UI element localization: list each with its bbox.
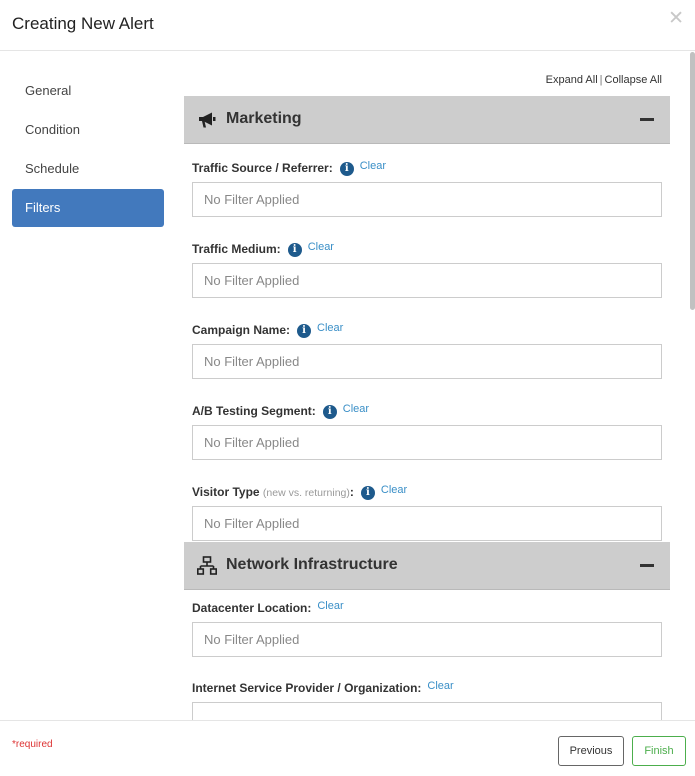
sidebar-item-filters[interactable]: Filters [12,189,164,227]
collapse-all-link[interactable]: Collapse All [605,74,662,86]
required-note: *required [12,739,53,750]
clear-link[interactable]: Clear [343,403,369,415]
section-header-marketing[interactable]: Marketing [184,96,670,144]
field-label: Datacenter Location: Clear [192,600,344,615]
field-label-text: Traffic Source / Referrer: [192,161,333,175]
field-label-text: Datacenter Location: [192,601,312,615]
filter-field-traffic-source: Traffic Source / Referrer: i Clear No Filt… [184,144,670,225]
section-header-network-infrastructure[interactable]: Network Infrastructure [184,542,670,590]
field-label: Traffic Source / Referrer: i Clear [192,160,386,176]
filter-field-traffic-medium: Traffic Medium: i Clear No Filter Applied [184,225,670,306]
sidebar-item-schedule[interactable]: Schedule [12,150,164,188]
close-icon[interactable]: ✕ [668,9,684,28]
field-label-text: Internet Service Provider / Organization… [192,681,422,695]
field-label-suffix: : [349,485,354,499]
sidebar-item-general[interactable]: General [12,72,164,110]
info-icon[interactable]: i [322,405,337,419]
clear-link[interactable]: Clear [308,241,334,253]
info-icon[interactable]: i [360,486,375,500]
field-label: Visitor Type (new vs. returning): i Clear [192,484,407,500]
info-icon[interactable]: i [287,243,302,257]
previous-button[interactable]: Previous [558,736,624,766]
network-icon [197,556,217,575]
clear-link[interactable]: Clear [381,484,407,496]
field-label-text: Traffic Medium: [192,242,281,256]
collapse-icon[interactable] [640,118,654,121]
info-icon[interactable]: i [339,162,354,176]
filter-input[interactable]: No Filter Applied [192,263,662,298]
megaphone-icon [199,112,216,128]
filter-input[interactable]: No Filter Applied [192,506,662,541]
field-label-text: Visitor Type [192,485,260,499]
finish-button[interactable]: Finish [632,736,686,766]
field-label-text: A/B Testing Segment: [192,404,316,418]
filter-input[interactable]: No Filter Applied [192,344,662,379]
clear-link[interactable]: Clear [427,680,453,692]
collapse-icon[interactable] [640,564,654,567]
expand-collapse-links: Expand All | Collapse All [546,74,662,86]
field-hint: (new vs. returning) [262,487,350,499]
section-title: Network Infrastructure [226,556,398,573]
field-label-text: Campaign Name: [192,323,291,337]
field-label: Campaign Name: i Clear [192,322,343,338]
link-separator: | [599,74,603,86]
modal-footer: *required Previous Finish [0,720,695,776]
info-icon[interactable]: i [297,324,312,338]
expand-all-link[interactable]: Expand All [546,74,598,86]
clear-link[interactable]: Clear [317,322,343,334]
modal-title: Creating New Alert [12,14,154,33]
filter-input[interactable]: No Filter Applied [192,622,662,657]
filter-input[interactable]: No Filter Applied [192,425,662,460]
field-label: Traffic Medium: i Clear [192,241,334,257]
field-label: A/B Testing Segment: i Clear [192,403,369,419]
scrollbar[interactable] [690,52,695,310]
filter-field-visitor-type: Visitor Type (new vs. returning): i Clear … [184,468,670,549]
field-label: Internet Service Provider / Organization… [192,680,454,695]
filter-field-datacenter-location: Datacenter Location: Clear No Filter Appl… [184,584,670,665]
modal-header: Creating New Alert ✕ [0,0,695,51]
clear-link[interactable]: Clear [317,600,343,612]
section-title: Marketing [226,110,302,127]
clear-link[interactable]: Clear [360,160,386,172]
filter-field-campaign-name: Campaign Name: i Clear No Filter Applied [184,306,670,387]
sidebar-item-condition[interactable]: Condition [12,111,164,149]
filter-input[interactable]: No Filter Applied [192,182,662,217]
sidebar-nav: General Condition Schedule Filters [12,72,164,228]
filters-panel: Marketing Traffic Source / Referrer: i Cle… [184,96,670,745]
filter-field-ab-testing-segment: A/B Testing Segment: i Clear No Filter App… [184,387,670,468]
